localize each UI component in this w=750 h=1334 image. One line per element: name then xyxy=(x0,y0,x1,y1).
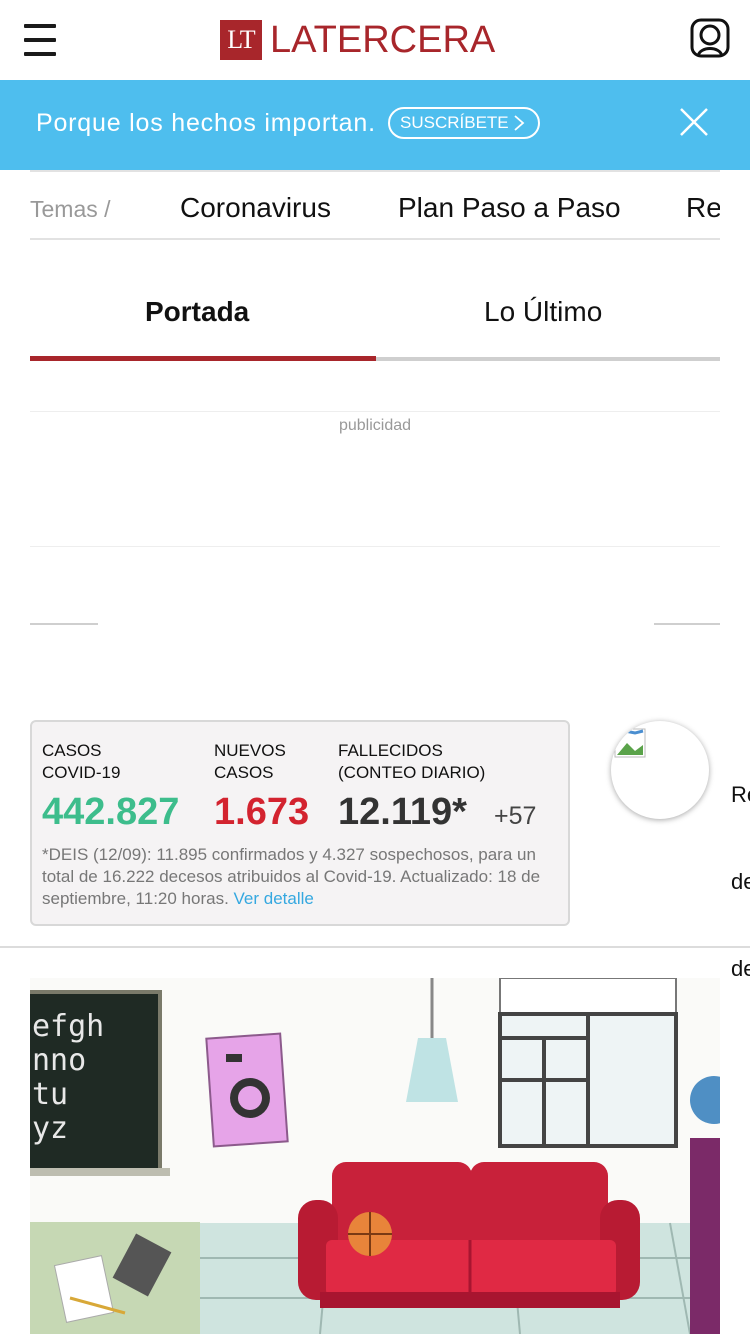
stat-label-nuevos: NUEVOS CASOS xyxy=(214,740,286,784)
topic-partial[interactable]: Re xyxy=(686,192,720,224)
promo-text[interactable]: Re de de xyxy=(731,722,750,1012)
topic-plan-paso-a-paso[interactable]: Plan Paso a Paso xyxy=(398,192,621,224)
chalkboard-text: tu xyxy=(32,1077,68,1112)
stat-label-line: COVID-19 xyxy=(42,763,121,782)
covid-note: *DEIS (12/09): 11.895 confirmados y 4.32… xyxy=(42,844,562,910)
stat-value-fallecidos: 12.119* xyxy=(338,791,467,833)
tab-portada[interactable]: Portada xyxy=(145,296,249,328)
section-divider xyxy=(0,946,750,948)
ad-label: publicidad xyxy=(338,417,412,434)
site-logo[interactable]: LT LATERCERA xyxy=(220,20,495,60)
chalkboard-text: nno xyxy=(32,1043,86,1078)
stat-value-nuevos: 1.673 xyxy=(214,791,310,833)
promo-text-line: de xyxy=(731,956,750,981)
ad-divider-top xyxy=(30,411,720,412)
close-icon[interactable] xyxy=(678,106,710,138)
topic-coronavirus[interactable]: Coronavirus xyxy=(180,192,331,224)
divider-right xyxy=(654,623,720,625)
topics-label: Temas / xyxy=(30,196,111,222)
stat-label-line: CASOS xyxy=(42,741,102,760)
stat-label-casos: CASOS COVID-19 xyxy=(42,740,120,784)
living-room-illustration: efgh nno tu yz xyxy=(30,978,720,1334)
tab-active-indicator xyxy=(30,356,376,361)
topics-bar[interactable]: Temas / Coronavirus Plan Paso a Paso Re xyxy=(30,170,720,240)
chevron-right-icon xyxy=(514,115,525,131)
banner-tagline: Porque los hechos importan. xyxy=(36,109,376,137)
tab-lo-ultimo[interactable]: Lo Último xyxy=(484,296,602,328)
user-account-icon[interactable] xyxy=(690,18,730,58)
broken-image-icon xyxy=(614,728,646,758)
covid-stats-box: CASOS COVID-19 NUEVOS CASOS FALLECIDOS (… xyxy=(30,720,570,926)
subscribe-label: SUSCRÍBETE xyxy=(400,113,509,132)
stat-label-line: FALLECIDOS xyxy=(338,741,443,760)
promo-text-line: de xyxy=(731,869,750,894)
stat-label-fallecidos: FALLECIDOS (CONTEO DIARIO) xyxy=(338,740,485,784)
stat-label-line: NUEVOS xyxy=(214,741,286,760)
stat-value-casos: 442.827 xyxy=(42,791,180,833)
divider-left xyxy=(30,623,98,625)
hero-illustration[interactable]: efgh nno tu yz xyxy=(30,978,720,1334)
top-header: LT LATERCERA xyxy=(0,0,750,80)
logo-text: LATERCERA xyxy=(270,19,496,61)
stat-extra-fallecidos: +57 xyxy=(494,802,537,830)
hamburger-menu-icon[interactable] xyxy=(22,22,58,58)
tab-inactive-indicator xyxy=(376,357,720,361)
promo-avatar[interactable] xyxy=(611,721,709,819)
chalkboard-text: efgh xyxy=(32,1009,104,1044)
ad-divider-bottom xyxy=(30,546,720,547)
ver-detalle-link[interactable]: Ver detalle xyxy=(234,889,314,908)
logo-mark: LT xyxy=(220,20,262,60)
promo-text-line: Re xyxy=(731,782,750,807)
stat-label-line: CASOS xyxy=(214,763,274,782)
chalkboard-text: yz xyxy=(32,1111,68,1146)
subscribe-button[interactable]: SUSCRÍBETE xyxy=(388,107,540,139)
subscribe-banner: Porque los hechos importan. SUSCRÍBETE xyxy=(0,80,750,170)
stat-label-line: (CONTEO DIARIO) xyxy=(338,763,486,782)
